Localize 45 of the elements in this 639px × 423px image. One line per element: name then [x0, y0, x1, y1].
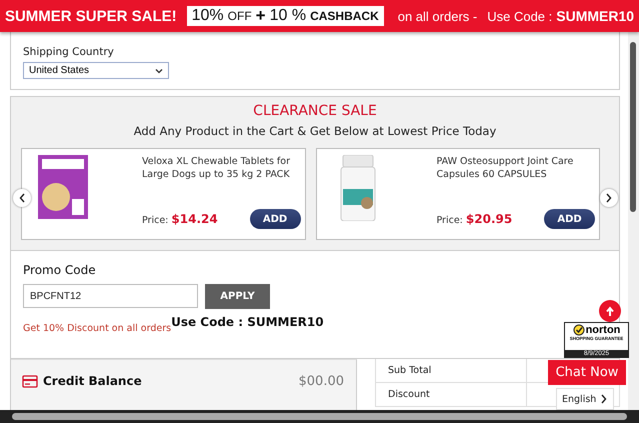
credit-card-icon	[22, 374, 38, 388]
arrow-up-icon	[605, 306, 615, 316]
next-button[interactable]	[600, 189, 618, 207]
add-button[interactable]: ADD	[544, 209, 595, 229]
chat-button[interactable]: Chat Now	[548, 360, 626, 385]
previous-button[interactable]	[13, 189, 31, 207]
credit-amount: $00.00	[298, 374, 344, 388]
back-to-top-button[interactable]	[599, 300, 621, 322]
scrollbar-thumb[interactable]	[630, 42, 636, 212]
price-label: Price:	[436, 215, 463, 226]
add-button[interactable]: ADD	[250, 209, 300, 229]
field-label: Shipping Country	[23, 46, 115, 58]
chevron-right-icon	[601, 394, 607, 404]
product-price: $14.24	[171, 212, 218, 226]
plus-sign: +	[256, 6, 266, 26]
badge-brand: norton	[586, 324, 620, 336]
credit-label: Credit Balance	[43, 374, 142, 388]
section-title: CLEARANCE SALE	[252, 103, 378, 119]
chevron-right-icon	[606, 193, 612, 203]
section-subtitle: Add Any Product in the Cart & Get Below at Lowest Price Today	[132, 124, 498, 138]
cashback-label: CASHBACK	[310, 9, 379, 23]
section-title: Promo Code	[23, 263, 97, 277]
summary-label: Sub Total	[376, 359, 527, 382]
discount-note: Get 10% Discount on all orders	[23, 323, 172, 334]
language-selector[interactable]: English	[556, 388, 614, 410]
apply-button[interactable]: APPLY	[205, 284, 270, 309]
country-dropdown[interactable]: United States	[23, 62, 169, 79]
chevron-left-icon	[19, 193, 25, 203]
code-label: Use Code :	[487, 9, 552, 24]
offer-note: on all orders -	[398, 8, 478, 24]
promo-code-field[interactable]: BPCFNT12	[23, 284, 198, 308]
sale-title: SUMMER SUPER SALE!	[4, 8, 177, 24]
product-price: $20.95	[466, 212, 512, 226]
scrollbar-thumb[interactable]	[12, 413, 627, 420]
product-name: PAW Osteosupport Joint Care Capsules 60 CAPSULES	[436, 155, 574, 181]
code-note: Use Code : SUMMER10	[171, 315, 324, 329]
chevron-down-icon	[155, 68, 163, 74]
offer-label: OFF	[228, 9, 252, 23]
promo-code: SUMMER10	[556, 8, 634, 24]
product-photo	[38, 155, 88, 221]
cashback-percent: 10 %	[270, 7, 306, 25]
product-name: Veloxa XL Chewable Tablets for Large Dogs up to 35 kg 2 PACK	[142, 155, 291, 181]
price-label: Price:	[142, 215, 168, 226]
summary-label: Discount	[376, 383, 527, 406]
offer-percent: 10%	[192, 7, 224, 25]
